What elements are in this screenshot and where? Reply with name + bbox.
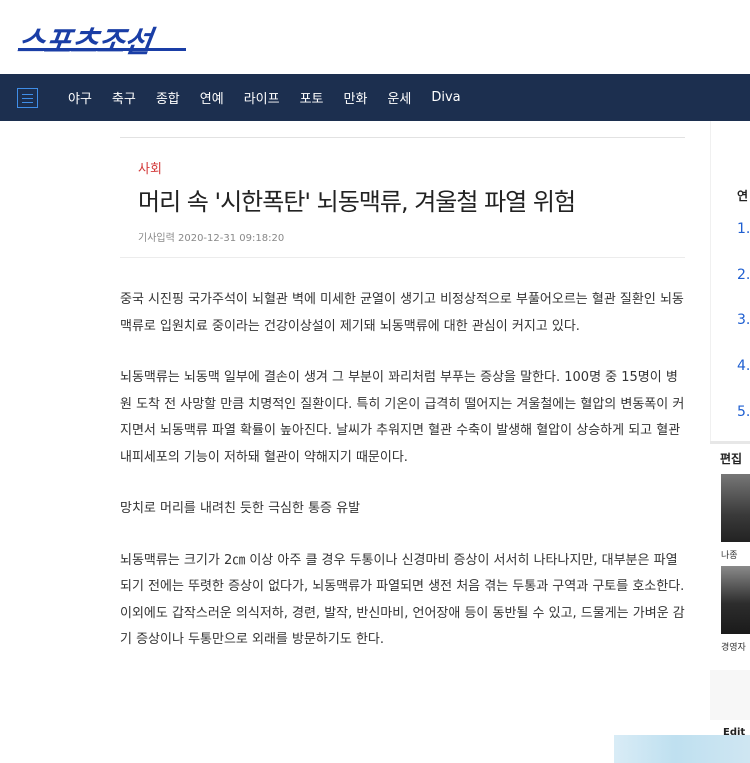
article-body: 중국 시진핑 국가주석이 뇌혈관 벽에 미세한 균열이 생기고 비정상적으로 부… xyxy=(120,287,685,679)
article-subheading: 망치로 머리를 내려친 듯한 극심한 통증 유발 xyxy=(120,501,361,516)
ranking-item-5[interactable]: 5. xyxy=(737,404,750,420)
article-top-divider xyxy=(120,137,685,138)
sidebar-thumbnail[interactable] xyxy=(721,474,750,542)
sidebar-thumbnail-caption[interactable]: 나종 xyxy=(721,548,750,561)
ranking-item-4[interactable]: 4. xyxy=(737,358,750,374)
article-headline: 머리 속 '시한폭탄' 뇌동맥류, 겨울철 파열 위험 xyxy=(138,188,576,216)
nav-item-entertainment[interactable]: 연예 xyxy=(200,88,224,107)
nav-item-soccer[interactable]: 축구 xyxy=(112,88,136,107)
sidebar-thumbnail-caption[interactable]: 경영자 xyxy=(721,640,750,653)
article-paragraph: 중국 시진핑 국가주석이 뇌혈관 벽에 미세한 균열이 생기고 비정상적으로 부… xyxy=(120,292,684,334)
nav-item-general[interactable]: 종합 xyxy=(156,88,180,107)
nav-item-comics[interactable]: 만화 xyxy=(344,88,368,107)
nav-item-life[interactable]: 라이프 xyxy=(244,88,280,107)
header-logo-bar: 스포츠조선 xyxy=(0,0,750,74)
main-nav: 야구 축구 종합 연예 라이프 포토 만화 운세 Diva xyxy=(0,74,750,121)
article-category[interactable]: 사회 xyxy=(138,158,162,177)
ranking-item-1[interactable]: 1. xyxy=(737,221,750,237)
logo-underline xyxy=(18,48,186,51)
ranking-item-2[interactable]: 2. xyxy=(737,267,750,283)
nav-items: 야구 축구 종합 연예 라이프 포토 만화 운세 Diva xyxy=(68,74,481,121)
hamburger-menu-icon[interactable] xyxy=(17,88,38,108)
sidebar-box xyxy=(710,670,750,720)
sidebar-section-title: 편집 xyxy=(720,452,743,466)
article-dateline: 기사입력 2020-12-31 09:18:20 xyxy=(138,233,285,244)
ranking-item-3[interactable]: 3. xyxy=(737,312,750,328)
article-paragraph: 뇌동맥류는 크기가 2㎝ 이상 아주 클 경우 두통이나 신경마비 증상이 서서… xyxy=(120,552,685,648)
dateline-divider xyxy=(120,257,685,258)
article-paragraph: 뇌동맥류는 뇌동맥 일부에 결손이 생겨 그 부분이 꽈리처럼 부푸는 증상을 … xyxy=(120,370,685,465)
site-logo[interactable]: 스포츠조선 xyxy=(15,17,154,61)
sidebar-divider xyxy=(710,441,750,444)
nav-item-diva[interactable]: Diva xyxy=(431,90,460,105)
ad-banner[interactable] xyxy=(614,735,750,763)
sidebar-ranking-label: 연 xyxy=(737,189,749,203)
nav-item-photo[interactable]: 포토 xyxy=(300,88,324,107)
nav-item-baseball[interactable]: 야구 xyxy=(68,88,92,107)
sidebar-thumbnail[interactable] xyxy=(721,566,750,634)
nav-item-fortune[interactable]: 운세 xyxy=(387,88,411,107)
